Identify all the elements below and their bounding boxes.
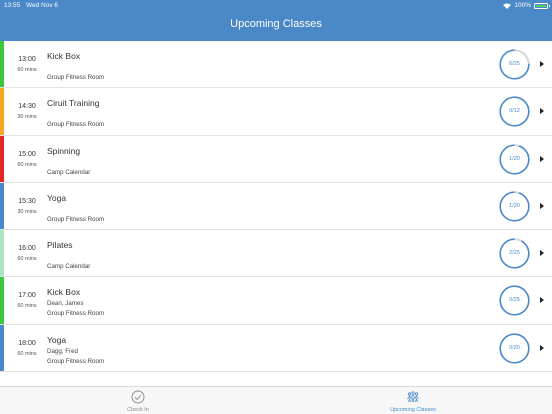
tab-check-in[interactable]: Check In bbox=[108, 387, 168, 414]
chevron-right-icon[interactable] bbox=[539, 60, 545, 68]
wifi-icon bbox=[503, 3, 512, 9]
class-row[interactable]: 18:00 60 mins Yoga Dagg, Fred Group Fitness … bbox=[0, 324, 552, 373]
status-time: 13:55 bbox=[4, 2, 21, 9]
battery-percent: 100% bbox=[514, 2, 531, 9]
class-time: 15:30 bbox=[18, 197, 36, 205]
chevron-right-icon[interactable] bbox=[539, 249, 545, 257]
chevron-right-icon[interactable] bbox=[539, 202, 545, 210]
class-color-bar bbox=[0, 88, 4, 135]
class-name: Yoga bbox=[47, 334, 67, 345]
class-color-bar bbox=[0, 324, 4, 372]
chevron-right-icon[interactable] bbox=[539, 296, 545, 304]
class-name: Spinning bbox=[47, 145, 81, 156]
top-header: 13:55 Wed Nov 6 100% Upcoming Classes bbox=[0, 0, 552, 41]
class-duration: 60 mins bbox=[17, 303, 37, 310]
class-color-bar bbox=[0, 135, 4, 182]
tab-upcoming-classes[interactable]: Upcoming Classes bbox=[383, 387, 443, 414]
class-row[interactable]: 16:00 60 mins Pilates Camp Calendar 2/25 bbox=[0, 230, 552, 278]
capacity-count: 0/20 bbox=[509, 344, 520, 351]
class-time: 18:00 bbox=[18, 339, 36, 347]
class-time: 17:00 bbox=[18, 292, 36, 300]
class-time: 14:30 bbox=[18, 103, 36, 111]
class-duration: 60 mins bbox=[17, 256, 37, 263]
class-duration: 60 mins bbox=[17, 161, 37, 168]
class-location: Camp Calendar bbox=[47, 263, 91, 271]
chevron-right-icon[interactable] bbox=[539, 155, 545, 163]
class-row[interactable]: 15:00 60 mins Spinning Camp Calendar 1/20 bbox=[0, 135, 552, 183]
chevron-right-icon[interactable] bbox=[539, 344, 545, 352]
class-row[interactable]: 17:00 60 mins Kick Box Dean, James Group Fit… bbox=[0, 277, 552, 325]
class-location: Group Fitness Room bbox=[47, 74, 105, 81]
class-name: Kick Box bbox=[47, 51, 81, 61]
class-color-bar bbox=[0, 277, 4, 324]
class-row[interactable]: 15:30 30 mins Yoga Group Fitness Room 1/20 bbox=[0, 182, 552, 231]
class-time: 16:00 bbox=[18, 245, 36, 253]
class-duration: 30 mins bbox=[17, 208, 37, 215]
class-row[interactable]: 14:30 30 mins Ciruit Training Group Fitness… bbox=[0, 88, 552, 136]
class-location: Group Fitness Room bbox=[47, 357, 105, 365]
battery-icon bbox=[534, 2, 550, 9]
class-location: Group Fitness Room bbox=[47, 310, 105, 318]
tab-bar: Check In Upcoming Classes bbox=[0, 386, 552, 414]
capacity-count: 6/25 bbox=[509, 61, 520, 67]
capacity-count: 1/20 bbox=[509, 155, 520, 162]
class-time: 15:00 bbox=[18, 150, 36, 158]
class-color-bar bbox=[0, 41, 4, 88]
capacity-count: 0/25 bbox=[509, 297, 520, 304]
tab-upcoming-classes-label: Upcoming Classes bbox=[390, 407, 436, 413]
class-color-bar bbox=[0, 230, 4, 277]
class-location: Group Fitness Room bbox=[47, 215, 105, 223]
class-location: Group Fitness Room bbox=[47, 121, 105, 129]
class-name: Pilates bbox=[47, 240, 73, 251]
class-list: 13:00 60 mins Kick Box Group Fitness Room 6/… bbox=[0, 41, 552, 373]
class-color-bar bbox=[0, 182, 4, 230]
page-title: Upcoming Classes bbox=[230, 18, 322, 30]
class-duration: 60 mins bbox=[17, 350, 37, 357]
class-name: Ciruit Training bbox=[47, 98, 100, 109]
capacity-count: 2/25 bbox=[509, 250, 520, 257]
class-name: Yoga bbox=[47, 192, 67, 203]
group-exercise-icon bbox=[407, 391, 419, 403]
status-right: 100% bbox=[503, 2, 550, 9]
class-row[interactable]: 13:00 60 mins Kick Box Group Fitness Room 6/… bbox=[0, 41, 552, 89]
capacity-count: 1/20 bbox=[509, 202, 520, 209]
tab-check-in-label: Check In bbox=[127, 407, 149, 413]
class-duration: 30 mins bbox=[17, 114, 37, 121]
chevron-right-icon[interactable] bbox=[539, 107, 545, 115]
class-name: Kick Box bbox=[47, 287, 81, 298]
class-location: Camp Calendar bbox=[47, 168, 91, 176]
capacity-count: 0/12 bbox=[509, 108, 520, 115]
class-time: 13:00 bbox=[18, 56, 36, 63]
class-instructor: Dagg, Fred bbox=[47, 347, 78, 355]
class-instructor: Dean, James bbox=[47, 300, 84, 308]
class-duration: 60 mins bbox=[17, 67, 37, 73]
status-bar: 13:55 Wed Nov 6 100% bbox=[0, 0, 552, 12]
checkmark-circle-icon bbox=[131, 390, 145, 404]
status-date: Wed Nov 6 bbox=[26, 2, 59, 9]
